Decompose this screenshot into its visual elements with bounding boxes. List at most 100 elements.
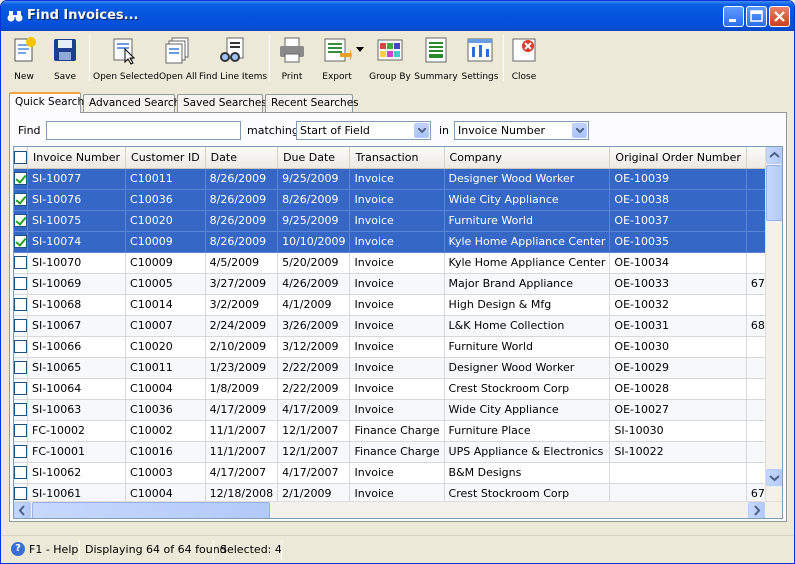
row-checkbox[interactable] <box>14 319 27 333</box>
table-row[interactable]: SI-10077 C10011 8/26/2009 9/25/2009 Invoice D… <box>14 168 782 190</box>
row-checkbox-cell[interactable] <box>14 294 28 316</box>
tab-quick-search[interactable]: Quick Search <box>9 92 84 113</box>
row-checkbox-cell[interactable] <box>14 231 28 253</box>
column-header-customer-id[interactable]: Customer ID <box>125 147 206 169</box>
row-checkbox[interactable] <box>14 403 27 417</box>
title-bar[interactable]: Find Invoices... <box>1 1 794 31</box>
find-input[interactable] <box>46 121 241 140</box>
row-checkbox[interactable] <box>14 340 27 354</box>
close-button[interactable]: Close <box>507 33 541 85</box>
tab-recent-searches[interactable]: Recent Searches <box>265 94 359 112</box>
column-header-company[interactable]: Company <box>444 147 611 169</box>
row-checkbox-cell[interactable] <box>14 441 28 463</box>
row-checkbox[interactable] <box>14 445 27 459</box>
row-checkbox-cell[interactable] <box>14 420 28 442</box>
row-checkbox[interactable] <box>14 256 27 270</box>
table-row[interactable]: SI-10063 C10036 4/17/2009 4/17/2009 Invoice W… <box>14 399 782 421</box>
invoice-grid[interactable]: Invoice Number Customer ID Date Due Date… <box>13 146 783 519</box>
row-checkbox[interactable] <box>14 298 27 312</box>
row-checkbox[interactable] <box>14 172 27 186</box>
export-button[interactable]: Export <box>315 33 359 85</box>
row-checkbox-cell[interactable] <box>14 315 28 337</box>
cell-company: Kyle Home Appliance Center <box>444 252 611 274</box>
row-checkbox-cell[interactable] <box>14 357 28 379</box>
group-by-button[interactable]: Group By <box>367 33 413 85</box>
summary-button[interactable]: Summary <box>413 33 459 85</box>
matching-dropdown-button[interactable] <box>414 123 429 138</box>
scroll-down-button[interactable] <box>766 469 782 486</box>
horizontal-scrollbar[interactable] <box>14 501 782 518</box>
save-button[interactable]: Save <box>45 33 85 85</box>
row-checkbox-cell[interactable] <box>14 189 28 211</box>
in-field-select[interactable]: Invoice Number <box>454 121 589 140</box>
cell-customer-id: C10009 <box>125 252 206 274</box>
row-checkbox-cell[interactable] <box>14 462 28 484</box>
maximize-button[interactable] <box>746 6 767 27</box>
export-dropdown-button[interactable] <box>355 33 365 85</box>
row-checkbox-cell[interactable] <box>14 210 28 232</box>
select-all-header[interactable] <box>14 147 28 169</box>
row-checkbox[interactable] <box>14 235 27 249</box>
row-checkbox-cell[interactable] <box>14 336 28 358</box>
column-header-transaction[interactable]: Transaction <box>349 147 445 169</box>
tab-saved-searches[interactable]: Saved Searches <box>177 94 267 112</box>
row-checkbox[interactable] <box>14 382 27 396</box>
row-checkbox-cell[interactable] <box>14 252 28 274</box>
vertical-scroll-thumb[interactable] <box>766 165 782 221</box>
cell-company: Wide City Appliance <box>444 399 611 421</box>
minimize-button[interactable] <box>723 6 744 27</box>
column-header-invoice-number[interactable]: Invoice Number <box>27 147 127 169</box>
row-checkbox[interactable] <box>14 361 27 375</box>
close-window-button[interactable] <box>769 6 790 27</box>
new-button[interactable]: New <box>5 33 43 85</box>
table-row[interactable]: SI-10069 C10005 3/27/2009 4/26/2009 Invoice M… <box>14 273 782 295</box>
settings-button[interactable]: Settings <box>459 33 501 85</box>
horizontal-scroll-thumb[interactable] <box>32 502 270 518</box>
help-icon[interactable]: ? <box>11 542 25 556</box>
column-header-original-order-number[interactable]: Original Order Number <box>609 147 747 169</box>
column-header-date[interactable]: Date <box>205 147 279 169</box>
in-field-dropdown-button[interactable] <box>572 123 587 138</box>
row-checkbox[interactable] <box>14 487 27 501</box>
vertical-scrollbar[interactable] <box>765 147 782 503</box>
table-row[interactable]: SI-10064 C10004 1/8/2009 2/22/2009 Invoice Cr… <box>14 378 782 400</box>
row-checkbox-cell[interactable] <box>14 168 28 190</box>
table-row[interactable]: SI-10062 C10003 4/17/2007 4/17/2007 Invoice B… <box>14 462 782 484</box>
table-row[interactable]: SI-10076 C10036 8/26/2009 8/26/2009 Invoice W… <box>14 189 782 211</box>
table-row[interactable]: SI-10068 C10014 3/2/2009 4/1/2009 Invoice Hig… <box>14 294 782 316</box>
row-checkbox-cell[interactable] <box>14 273 28 295</box>
row-checkbox[interactable] <box>14 214 27 228</box>
table-row[interactable]: SI-10074 C10009 8/26/2009 10/10/2009 Invoice… <box>14 231 782 253</box>
row-checkbox[interactable] <box>14 466 27 480</box>
table-row[interactable]: SI-10067 C10007 2/24/2009 3/26/2009 Invoice L… <box>14 315 782 337</box>
find-line-items-button[interactable]: Find Line Items <box>199 33 267 85</box>
row-checkbox[interactable] <box>14 424 27 438</box>
row-checkbox[interactable] <box>14 193 27 207</box>
cell-invoice-number: SI-10063 <box>27 399 127 421</box>
open-all-button[interactable]: Open All <box>157 33 199 85</box>
row-checkbox[interactable] <box>14 277 27 291</box>
open-selected-button[interactable]: Open Selected <box>93 33 159 85</box>
row-checkbox-cell[interactable] <box>14 378 28 400</box>
row-checkbox-cell[interactable] <box>14 399 28 421</box>
matching-select[interactable]: Start of Field <box>296 121 431 140</box>
scroll-up-button[interactable] <box>766 147 782 164</box>
scroll-left-button[interactable] <box>14 502 31 518</box>
cell-transaction: Invoice <box>349 273 445 295</box>
select-all-checkbox[interactable] <box>14 151 27 164</box>
scroll-right-button[interactable] <box>748 502 765 518</box>
table-row[interactable]: SI-10070 C10009 4/5/2009 5/20/2009 Invoice Ky… <box>14 252 782 274</box>
chevron-down-icon <box>576 128 584 134</box>
table-row[interactable]: SI-10065 C10011 1/23/2009 2/22/2009 Invoice D… <box>14 357 782 379</box>
cell-date: 3/2/2009 <box>205 294 279 316</box>
cell-original-order-number: OE-10028 <box>609 378 747 400</box>
table-row[interactable]: FC-10001 C10016 11/1/2007 12/1/2007 Finance … <box>14 441 782 463</box>
table-row[interactable]: SI-10066 C10020 2/10/2009 3/12/2009 Invoice F… <box>14 336 782 358</box>
cell-invoice-number: FC-10002 <box>27 420 127 442</box>
table-row[interactable]: FC-10002 C10002 11/1/2007 12/1/2007 Finance … <box>14 420 782 442</box>
table-row[interactable]: SI-10075 C10020 8/26/2009 9/25/2009 Invoice F… <box>14 210 782 232</box>
print-button[interactable]: Print <box>275 33 309 85</box>
chevron-down-icon <box>356 47 364 52</box>
column-header-due-date[interactable]: Due Date <box>277 147 351 169</box>
tab-advanced-search[interactable]: Advanced Search <box>83 94 180 112</box>
